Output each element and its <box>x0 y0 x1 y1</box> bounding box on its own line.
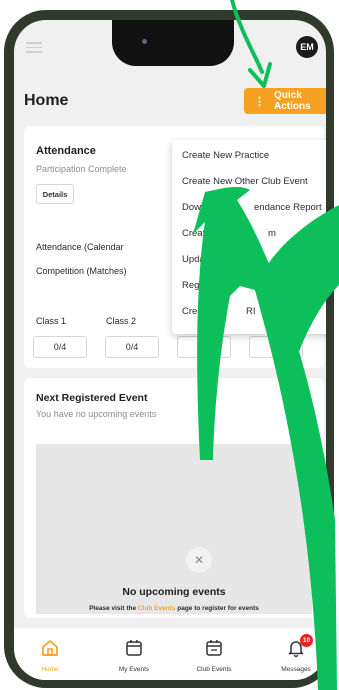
user-avatar[interactable]: EM <box>296 36 318 58</box>
menu-item-create-practice[interactable]: Create New Practice <box>182 150 269 161</box>
tab-home[interactable]: Home <box>20 638 80 673</box>
next-event-card: Next Registered Event You have no upcomi… <box>24 378 324 618</box>
quick-actions-label: Quick Actions <box>274 90 311 112</box>
tab-messages-label: Messages <box>281 666 311 673</box>
note-prefix: Please visit the <box>89 605 138 612</box>
attendance-calendar-line: Attendance (Calendar <box>36 242 124 252</box>
class-2-label: Class 2 <box>106 316 137 326</box>
club-calendar-icon <box>206 640 222 656</box>
tab-home-label: Home <box>41 666 59 673</box>
close-circle-icon: ✕ <box>186 547 212 573</box>
home-icon <box>42 640 58 656</box>
note-suffix: page to register for events <box>175 605 259 612</box>
menu-item-create-a[interactable]: Create <box>182 228 211 239</box>
class-4-value: 0 <box>249 336 303 358</box>
empty-events-note: Please visit the Club Events page to reg… <box>36 605 312 612</box>
class-1-label: Class 1 <box>36 316 67 326</box>
next-event-subtitle: You have no upcoming events <box>36 409 157 419</box>
attendance-competition-line: Competition (Matches) <box>36 266 127 276</box>
class-1-value: 0/4 <box>33 336 87 358</box>
club-events-link[interactable]: Club Events <box>138 605 176 612</box>
details-button[interactable]: Details <box>36 184 74 204</box>
quick-actions-button[interactable]: ⋮ Quick Actions <box>244 88 326 114</box>
tab-club-events[interactable]: Club Events <box>184 638 244 673</box>
hamburger-menu-icon[interactable] <box>26 42 42 56</box>
menu-item-update-a[interactable]: Updat <box>182 254 207 265</box>
tab-my-events[interactable]: My Events <box>104 638 164 673</box>
tab-messages[interactable]: 10 Messages <box>266 634 326 673</box>
camera-icon <box>142 39 147 44</box>
empty-events-panel: ✕ No upcoming events Please visit the Cl… <box>36 444 312 614</box>
class-2-value: 0/4 <box>105 336 159 358</box>
app-screen: EM Home ⋮ Quick Actions Attendance Parti… <box>14 20 326 680</box>
tab-club-events-label: Club Events <box>196 666 232 673</box>
menu-item-update-b[interactable]: s <box>296 254 301 265</box>
quick-actions-menu: Create New Practice Create New Other Clu… <box>172 140 326 334</box>
menu-item-create-b[interactable]: m <box>268 228 276 239</box>
attendance-subtitle: Participation Complete <box>36 164 127 174</box>
messages-badge: 10 <box>300 634 313 647</box>
tab-my-events-label: My Events <box>118 666 150 673</box>
page-title: Home <box>24 92 69 109</box>
next-event-title: Next Registered Event <box>36 392 148 404</box>
empty-events-title: No upcoming events <box>122 586 226 598</box>
menu-item-create-uri-a[interactable]: Create <box>182 306 211 317</box>
more-vertical-icon: ⋮ <box>254 95 265 108</box>
stage: EM Home ⋮ Quick Actions Attendance Parti… <box>0 0 339 690</box>
menu-item-create-other-event[interactable]: Create New Other Club Event <box>182 176 308 187</box>
menu-item-register-a[interactable]: Regis <box>182 280 206 291</box>
camera-notch <box>112 20 234 66</box>
bottom-tab-bar: Home My Events Club Events 10 Messages <box>14 628 326 680</box>
class-3-value: 4 <box>177 336 231 358</box>
menu-item-create-uri-b[interactable]: RI <box>246 306 256 317</box>
menu-item-download-report-a[interactable]: Downlo <box>182 202 214 213</box>
attendance-title: Attendance <box>36 145 96 157</box>
menu-item-download-report-b[interactable]: endance Report <box>254 202 322 213</box>
calendar-icon <box>126 640 142 656</box>
menu-item-register-b[interactable]: s <box>262 280 267 291</box>
